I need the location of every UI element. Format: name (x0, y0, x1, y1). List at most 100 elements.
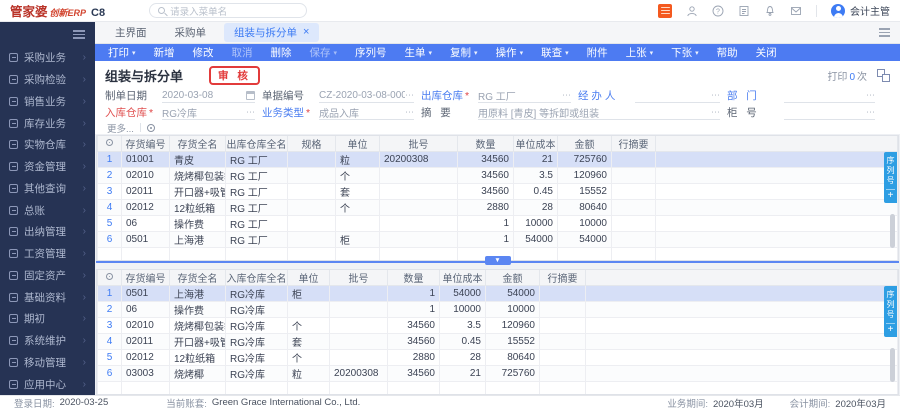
column-header[interactable]: 行摘要 (611, 136, 656, 152)
table-row[interactable]: 4 02012 12粒纸箱 RG 工厂 个 2880 28 80640 (97, 199, 898, 216)
table-row[interactable]: 4 02011 开口器+吸管 RG冷库套 34560 0.45 15552 (97, 333, 898, 350)
field-suffix-icon[interactable] (711, 90, 720, 101)
sidebar-item[interactable]: 库存业务 › (0, 112, 95, 134)
caret-down-icon[interactable]: ▾ (429, 49, 433, 57)
column-header[interactable]: 批号 (379, 136, 458, 152)
column-header[interactable] (97, 270, 122, 286)
sidebar-item[interactable]: 总账 › (0, 199, 95, 221)
field-suffix-icon[interactable] (405, 107, 414, 118)
table-row[interactable]: 6 0501 上海港 RG 工厂柜 1 54000 54000 (97, 231, 898, 248)
caret-down-icon[interactable]: ▾ (132, 49, 136, 57)
table-row[interactable]: 202010烧烤椰包装袋RG 工厂 个 345603.5120960 (97, 167, 898, 184)
column-header[interactable]: 存货全名 (169, 136, 226, 152)
toolbar-button[interactable]: 关闭 (747, 45, 786, 60)
user-menu[interactable]: 会计主管 (831, 3, 890, 18)
column-header[interactable]: 金额 (485, 270, 540, 286)
field-input[interactable]: 用原料 [青皮] 等拆卸或组装 (478, 106, 720, 120)
sidebar-item[interactable]: 实物仓库 › (0, 134, 95, 156)
toolbar-button[interactable]: 新增 (145, 45, 184, 60)
collapse-handle-icon[interactable]: ▼ (484, 256, 511, 266)
sidebar-item[interactable]: 采购业务 › (0, 47, 95, 69)
add-row-icon[interactable]: + (886, 189, 895, 201)
toolbar-button[interactable]: 下张 ▾ (662, 45, 708, 60)
column-header[interactable]: 存货全名 (169, 270, 226, 286)
field-suffix-icon[interactable] (866, 107, 875, 118)
toolbar-button[interactable]: 保存 ▾ (301, 45, 347, 60)
alarm-icon[interactable] (764, 5, 776, 17)
sidebar-item[interactable]: 销售业务 › (0, 91, 95, 113)
toolbar-button[interactable]: 上张 ▾ (617, 45, 663, 60)
column-header[interactable] (97, 136, 122, 152)
column-header[interactable]: 批号 (329, 270, 388, 286)
toolbar-button[interactable]: 联查 ▾ (532, 45, 578, 60)
grid-settings-icon[interactable] (106, 139, 113, 146)
tab[interactable]: 采购单 (165, 23, 217, 42)
field-input[interactable]: RG 工厂 (478, 89, 571, 103)
grid-settings-icon[interactable] (106, 273, 113, 280)
column-header[interactable]: 存货编号 (121, 136, 170, 152)
caret-down-icon[interactable]: ▾ (334, 49, 338, 57)
sidebar-item[interactable]: 系统维护 › (0, 330, 95, 352)
sidebar-item[interactable]: 移动管理 › (0, 352, 95, 374)
scrollbar-thumb[interactable] (890, 348, 895, 382)
field-input[interactable] (784, 89, 875, 103)
toolbar-button[interactable]: 生单 ▾ (396, 45, 442, 60)
field-suffix-icon[interactable] (562, 90, 571, 101)
column-header[interactable]: 单位 (287, 270, 330, 286)
field-suffix-icon[interactable] (246, 107, 255, 118)
toolbar-button[interactable]: 删除 (262, 45, 301, 60)
toolbar-button[interactable]: 修改 (184, 45, 223, 60)
table-row[interactable]: 5 02012 12粒纸箱 RG冷库个 2880 28 80640 (97, 349, 898, 366)
serial-number-side-button[interactable]: 序列号 + (884, 286, 897, 337)
toolbar-button[interactable]: 序列号 (346, 45, 396, 60)
serial-number-side-button[interactable]: 序列号 + (884, 152, 897, 203)
column-header[interactable]: 单位成本 (439, 270, 486, 286)
field-input[interactable]: CZ-2020-03-08-00008 (319, 89, 414, 103)
table-row[interactable] (97, 381, 898, 394)
column-header[interactable]: 出库仓库全名 (225, 136, 288, 152)
caret-down-icon[interactable]: ▾ (474, 49, 478, 57)
field-suffix-icon[interactable] (246, 90, 255, 100)
field-input[interactable] (784, 106, 875, 120)
more-link[interactable]: 更多... (107, 121, 134, 135)
table-row[interactable]: 1 01001 青皮 RG 工厂 粒 20200308 34560 21 725760 (97, 151, 898, 168)
caret-down-icon[interactable]: ▾ (565, 49, 569, 57)
sidebar-item[interactable]: 应用中心 › (0, 373, 95, 395)
sidebar-item[interactable]: 固定资产 › (0, 265, 95, 287)
sidebar-item[interactable]: 其他查询 › (0, 178, 95, 200)
help-icon[interactable]: ? (712, 5, 724, 17)
sidebar-item[interactable]: 期初 › (0, 308, 95, 330)
field-input[interactable]: 成品入库 (319, 106, 414, 120)
table-row[interactable]: 2 06 操作费 RG冷库 1 10000 10000 (97, 301, 898, 318)
toolbar-button[interactable]: 取消 (223, 45, 262, 60)
document-icon[interactable] (738, 5, 750, 17)
sidebar-item[interactable]: 出纳管理 › (0, 221, 95, 243)
table-row[interactable]: 302010烧烤椰包装袋RG冷库个 345603.5120960 (97, 317, 898, 334)
column-header[interactable]: 单位成本 (513, 136, 558, 152)
table-row[interactable]: 5 06 操作费 RG 工厂 1 10000 10000 (97, 215, 898, 232)
sidebar-item[interactable]: 资金管理 › (0, 156, 95, 178)
table-row[interactable]: 3 02011 开口器+吸管 RG 工厂 套 34560 0.45 15552 (97, 183, 898, 200)
add-row-icon[interactable]: + (886, 323, 895, 335)
column-header[interactable]: 数量 (457, 136, 514, 152)
table-row[interactable]: 1 0501 上海港 RG冷库柜 1 54000 54000 (97, 285, 898, 302)
menu-search-input[interactable]: 请录入菜单名 (149, 3, 308, 18)
app-promo-icon[interactable] (658, 3, 672, 18)
caret-down-icon[interactable]: ▾ (520, 49, 524, 57)
field-suffix-icon[interactable] (866, 90, 875, 101)
toolbar-button[interactable]: 打印 ▾ (99, 45, 145, 60)
column-header[interactable]: 存货编号 (121, 270, 170, 286)
column-header[interactable]: 金额 (557, 136, 612, 152)
scrollbar-thumb[interactable] (890, 214, 895, 248)
sidebar-item[interactable]: 基础资料 › (0, 286, 95, 308)
field-input[interactable] (635, 89, 720, 103)
field-suffix-icon[interactable] (711, 107, 720, 118)
field-input[interactable]: 2020-03-08 (162, 89, 255, 103)
sidebar-item[interactable]: 采购检验 › (0, 69, 95, 91)
tab-close-icon[interactable]: × (303, 27, 309, 38)
sidebar-collapse-icon[interactable] (73, 30, 85, 39)
column-header[interactable]: 行摘要 (539, 270, 586, 286)
sidebar-item[interactable]: 工资管理 › (0, 243, 95, 265)
mail-icon[interactable] (790, 5, 802, 17)
barcode-icon[interactable] (877, 69, 890, 82)
